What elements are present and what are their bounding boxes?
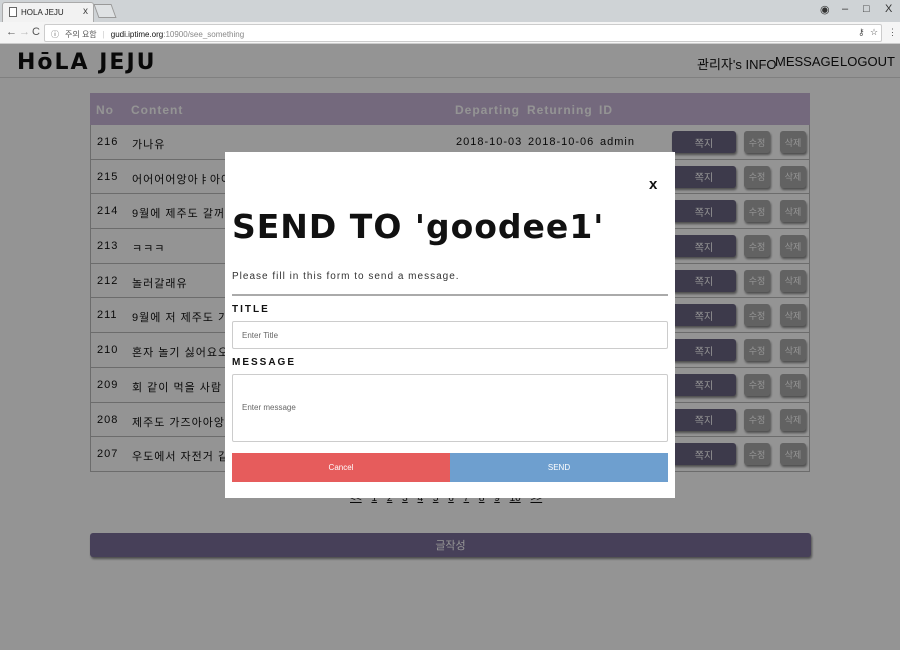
- send-message-modal: x SEND TO 'goodee1' Please fill in this …: [225, 152, 675, 498]
- key-icon[interactable]: ⚷: [858, 27, 865, 38]
- title-input[interactable]: [232, 321, 668, 349]
- forward-arrow-icon[interactable]: →: [19, 26, 30, 38]
- tab-title: HOLA JEJU: [21, 8, 64, 17]
- address-bar: ← → C ⓘ 주의 요함 | gudi.iptime.org:10900/see_s…: [0, 22, 900, 44]
- tab-close-icon[interactable]: x: [83, 6, 88, 17]
- modal-description: Please fill in this form to send a messa…: [232, 271, 460, 282]
- menu-dots-icon[interactable]: ⋮: [888, 27, 897, 38]
- title-label: TITLE: [232, 304, 270, 315]
- url-field[interactable]: ⓘ 주의 요함 | gudi.iptime.org:10900/see_somethi…: [44, 24, 882, 42]
- reload-icon[interactable]: C: [32, 26, 40, 38]
- message-label: MESSAGE: [232, 357, 297, 368]
- back-arrow-icon[interactable]: ←: [6, 26, 17, 38]
- security-label: 주의 요함: [65, 30, 97, 39]
- document-icon: [9, 7, 17, 17]
- close-icon[interactable]: x: [649, 176, 657, 193]
- message-input[interactable]: [232, 374, 668, 442]
- cancel-button[interactable]: Cancel: [232, 453, 450, 482]
- url-host: gudi.iptime.org: [110, 30, 164, 39]
- divider: [232, 294, 668, 296]
- browser-tabbar: HOLA JEJU x ◉ – □ X: [0, 0, 900, 22]
- maximize-button[interactable]: □: [863, 3, 870, 15]
- close-window-button[interactable]: X: [885, 3, 892, 15]
- browser-tab[interactable]: HOLA JEJU x: [2, 2, 94, 22]
- url-path: :10900/see_something: [163, 30, 245, 39]
- new-tab-button[interactable]: [93, 4, 117, 18]
- profile-icon[interactable]: ◉: [820, 3, 830, 16]
- modal-title: SEND TO 'goodee1': [232, 207, 605, 246]
- info-icon[interactable]: ⓘ: [51, 30, 59, 39]
- star-icon[interactable]: ☆: [870, 27, 878, 38]
- send-button[interactable]: SEND: [450, 453, 668, 482]
- minimize-button[interactable]: –: [842, 3, 848, 15]
